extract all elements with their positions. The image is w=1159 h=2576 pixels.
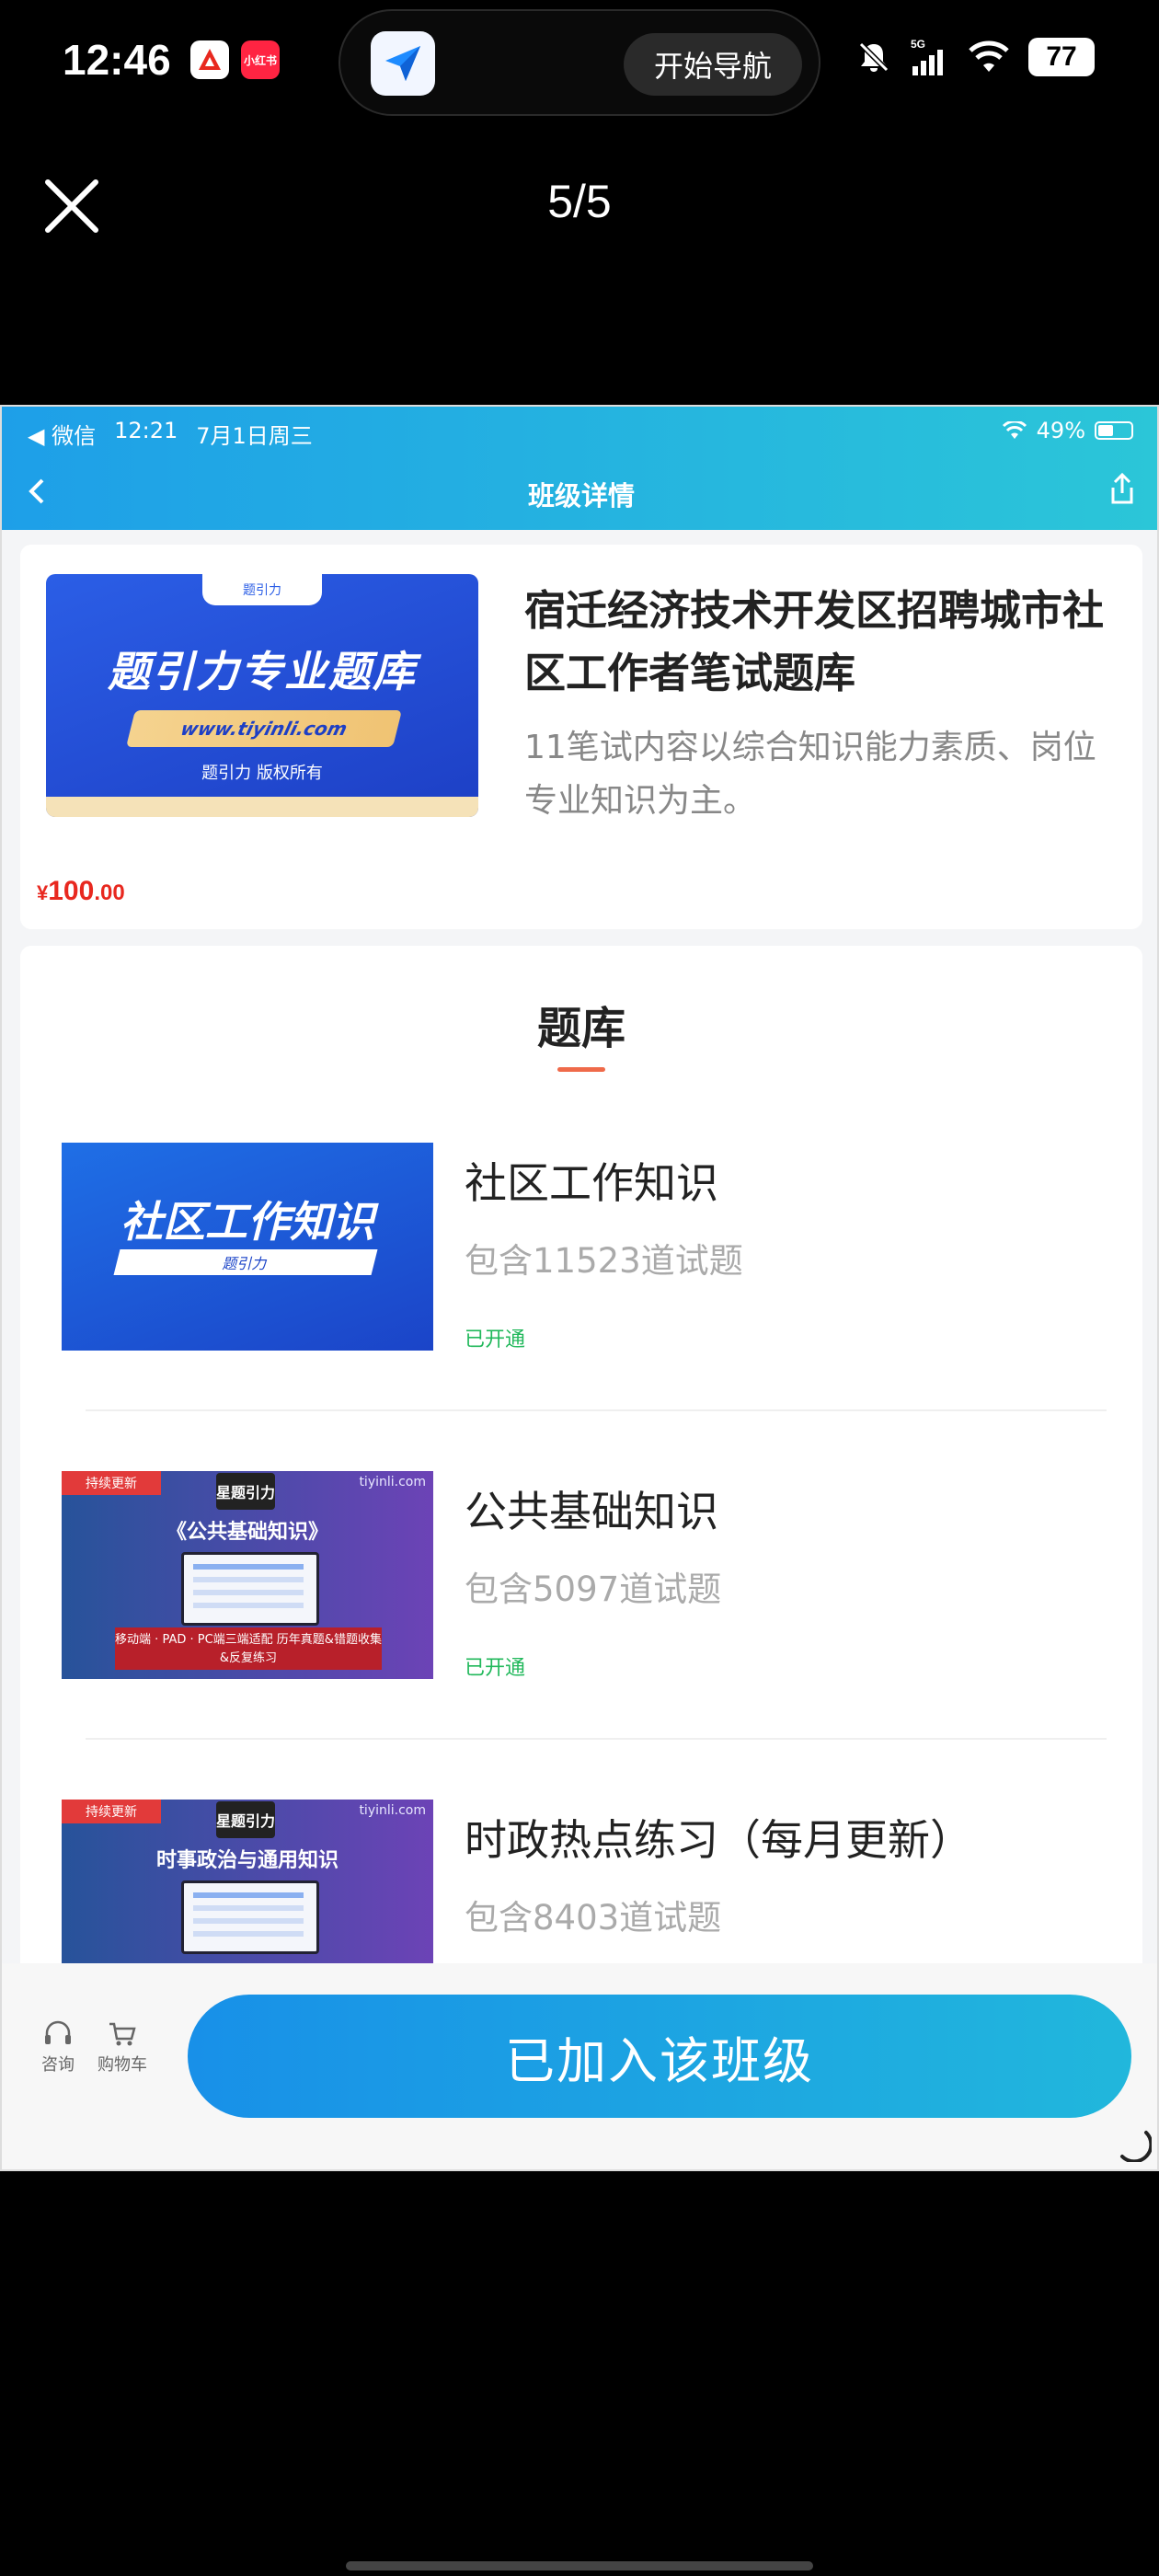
system-status-bar: 12:46 小红书 开始导航 5G 77 <box>0 0 1159 129</box>
wifi-icon <box>969 40 1009 72</box>
cart-button[interactable]: 购物车 <box>90 2020 155 2076</box>
inner-battery-percent: 49% <box>1036 418 1085 443</box>
xiaohongshu-app-icon: 小红书 <box>241 40 280 79</box>
item-question-count: 包含11523道试题 <box>465 1241 743 1281</box>
item-question-count: 包含8403道试题 <box>465 1898 722 1938</box>
price-integer: 100 <box>48 876 95 906</box>
item-status: 已开通 <box>465 1328 526 1351</box>
thumbnail-site: tiyinli.com <box>359 1803 426 1818</box>
course-title: 宿迁经济技术开发区招聘城市社区工作者笔试题库 <box>524 586 1105 697</box>
item-thumbnail: 持续更新 星题引力 tiyinli.com 《公共基础知识》 移动端 · PAD… <box>62 1471 433 1679</box>
inner-status-right: 49% <box>1002 418 1133 443</box>
consult-button[interactable]: 咨询 <box>26 2020 90 2076</box>
mute-bell-icon <box>858 41 889 73</box>
section-title: 题库 <box>536 1003 625 1054</box>
cart-label: 购物车 <box>98 2055 147 2075</box>
inner-wifi-icon <box>1002 421 1027 439</box>
banner-copyright: 题引力 版权所有 <box>201 764 323 783</box>
home-indicator[interactable] <box>346 2561 813 2570</box>
price-currency: ¥ <box>37 881 49 904</box>
list-item[interactable]: 持续更新 星题引力 tiyinli.com 《公共基础知识》 移动端 · PAD… <box>62 1471 1110 1800</box>
inner-battery-icon <box>1095 421 1133 440</box>
item-name: 社区工作知识 <box>465 1158 718 1208</box>
banner-tag: 题引力 <box>202 574 322 605</box>
inner-status-time: 12:21 <box>114 418 178 443</box>
navigation-app-icon[interactable] <box>371 31 435 96</box>
bottom-action-bar: 咨询 购物车 已加入该班级 <box>2 1963 1157 2169</box>
section-title-underline <box>557 1067 605 1072</box>
inner-status-back-app: ◀ 微信 <box>28 423 97 449</box>
cellular-signal-icon: 5G <box>911 38 943 75</box>
system-time: 12:46 <box>63 36 171 84</box>
list-item[interactable]: 社区工作知识 题引力 社区工作知识 包含11523道试题 已开通 <box>62 1143 1110 1472</box>
thumbnail-screen-illustration <box>181 1552 319 1626</box>
course-description: 11笔试内容以综合知识能力素质、岗位专业知识为主。 <box>524 729 1096 820</box>
thumbnail-tag: 持续更新 <box>62 1471 161 1495</box>
divider <box>86 1738 1107 1740</box>
inner-header: ◀ 微信 12:21 7月1日周三 49% 班级详情 <box>2 407 1157 530</box>
share-icon[interactable] <box>1106 471 1139 508</box>
notification-app-icon <box>190 40 229 79</box>
divider <box>86 1409 1107 1411</box>
item-thumbnail: 社区工作知识 题引力 <box>62 1143 433 1351</box>
course-banner-image: 题引力 题引力专业题库 www.tiyinli.com 题引力 版权所有 <box>46 574 478 817</box>
thumbnail-title: 社区工作知识 <box>120 1197 374 1247</box>
consult-label: 咨询 <box>41 2055 75 2075</box>
system-indicators: 5G 77 <box>855 37 1095 77</box>
thumbnail-caption: 移动端 · PAD · PC端三端适配 历年真题&错题收集&反复练习 <box>115 1627 382 1670</box>
page-title: 班级详情 <box>527 480 635 512</box>
inner-status-date: 7月1日周三 <box>196 423 313 449</box>
banner-title: 题引力专业题库 <box>108 647 417 696</box>
screenshot-image: ◀ 微信 12:21 7月1日周三 49% 班级详情 题引力 题引力专业题库 w… <box>0 405 1159 2171</box>
thumbnail-site: tiyinli.com <box>359 1475 426 1489</box>
dynamic-island[interactable]: 开始导航 <box>339 9 820 116</box>
price-decimal: .00 <box>94 880 125 905</box>
thumbnail-heading: 《公共基础知识》 <box>166 1521 328 1544</box>
start-navigation-button[interactable]: 开始导航 <box>624 33 802 96</box>
item-question-count: 包含5097道试题 <box>465 1570 722 1609</box>
headset-icon <box>45 2020 71 2044</box>
battery-indicator: 77 <box>1028 38 1095 76</box>
thumbnail-tag: 持续更新 <box>62 1800 161 1823</box>
course-price: ¥100.00 <box>37 876 125 907</box>
thumbnail-screen-illustration <box>181 1880 319 1954</box>
item-name: 公共基础知识 <box>465 1487 718 1536</box>
banner-url: www.tiyinli.com <box>126 710 402 747</box>
thumbnail-subtitle: 题引力 <box>113 1249 378 1275</box>
banner-bottom-strip <box>46 797 478 817</box>
item-status: 已开通 <box>465 1657 526 1680</box>
thumbnail-heading: 时事政治与通用知识 <box>155 1849 339 1872</box>
svg-text:5G: 5G <box>911 38 925 51</box>
cart-icon <box>109 2022 136 2046</box>
loading-spinner-icon <box>1120 2131 1152 2162</box>
joined-class-button[interactable]: 已加入该班级 <box>188 1995 1131 2118</box>
thumbnail-logo: 星题引力 <box>216 1473 275 1510</box>
item-name: 时政热点练习（每月更新） <box>465 1815 972 1865</box>
course-card: 题引力 题引力专业题库 www.tiyinli.com 题引力 版权所有 宿迁经… <box>20 545 1142 929</box>
inner-status-bar: ◀ 微信 12:21 7月1日周三 <box>28 418 313 450</box>
thumbnail-logo: 星题引力 <box>216 1801 275 1838</box>
image-counter: 5/5 <box>547 176 612 227</box>
